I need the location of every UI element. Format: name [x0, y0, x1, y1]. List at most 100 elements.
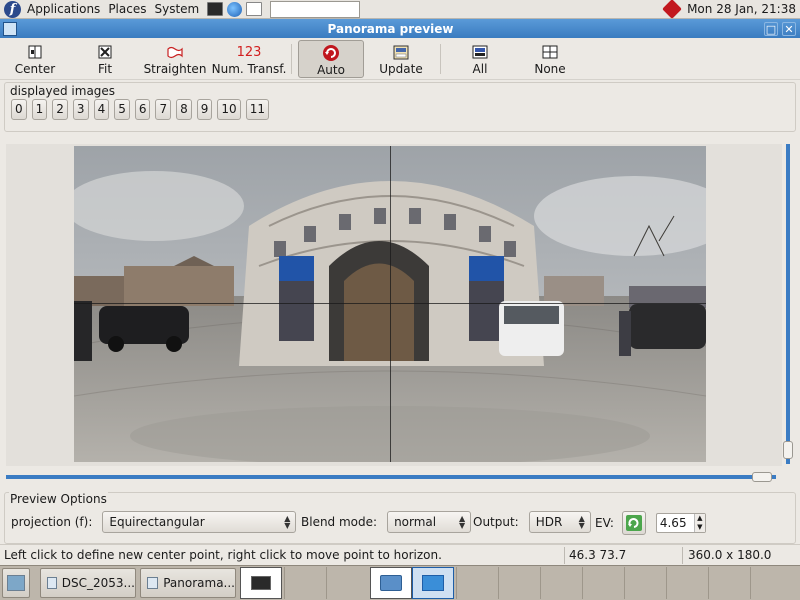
image-toggle-button[interactable]: 6: [134, 99, 151, 120]
refresh-icon: [322, 44, 340, 62]
vertical-scroll-thumb[interactable]: [783, 441, 793, 459]
workspace-8[interactable]: [540, 567, 568, 599]
clock[interactable]: Mon 28 Jan, 21:38: [687, 2, 800, 16]
combo-arrows-icon: ▲ ▼: [458, 514, 466, 530]
image-toggle-button[interactable]: 8: [176, 99, 192, 120]
dictionary-icon[interactable]: [246, 2, 263, 16]
status-divider: [564, 547, 565, 564]
blend-row: Blend mode: normal ▲ ▼: [301, 511, 472, 533]
horizontal-scroll-thumb[interactable]: [752, 472, 772, 482]
status-bar: Left click to define new center point, r…: [0, 544, 800, 565]
workspace-2[interactable]: [284, 567, 312, 599]
projection-row: projection (f): Equirectangular ▲ ▼: [11, 511, 297, 533]
panorama-image[interactable]: [74, 146, 706, 462]
none-button[interactable]: None: [520, 40, 580, 78]
close-icon[interactable]: ✕: [782, 21, 796, 36]
all-button[interactable]: All: [450, 40, 510, 78]
status-coords: 46.3 73.7: [569, 548, 627, 562]
menu-system[interactable]: System: [152, 2, 205, 16]
image-toggle-button[interactable]: 9: [196, 99, 213, 120]
spin-arrows-icon[interactable]: ▲ ▼: [693, 514, 705, 532]
combo-arrows-icon: ▲ ▼: [284, 514, 291, 530]
projection-select[interactable]: Equirectangular ▲ ▼: [102, 511, 297, 533]
straighten-button[interactable]: Straighten: [140, 40, 210, 78]
terminal-icon[interactable]: [207, 2, 224, 16]
displayed-images-group: displayed images 0 1 2 3 4 5 6 7 8 9 10 …: [4, 82, 796, 132]
projection-label: projection (f):: [11, 515, 93, 529]
horizontal-scrollbar[interactable]: [6, 475, 776, 479]
blend-mode-select[interactable]: normal ▲ ▼: [387, 511, 472, 533]
select-all-icon: [472, 43, 488, 61]
fedora-logo-icon[interactable]: f: [4, 0, 21, 18]
workspace-4[interactable]: [370, 567, 412, 599]
image-toggle-button[interactable]: 7: [155, 99, 172, 120]
show-desktop-button[interactable]: [2, 568, 30, 598]
green-refresh-icon: [625, 515, 642, 531]
workspace-6[interactable]: [456, 567, 484, 599]
num-transf-icon: 123: [236, 44, 262, 60]
toolbar-separator: [440, 44, 441, 74]
top-panel: f Applications Places System Mon 28 Jan,…: [0, 0, 800, 19]
workspace-12[interactable]: [708, 567, 736, 599]
maximize-icon[interactable]: □: [764, 21, 778, 36]
ev-row: EV: 4.65 ▲ ▼: [595, 511, 706, 535]
ev-label: EV:: [595, 516, 614, 530]
taskbar-item-panorama[interactable]: Panorama...: [140, 568, 236, 598]
folder-icon: [380, 575, 402, 591]
output-select[interactable]: HDR ▲ ▼: [528, 511, 591, 533]
menu-applications[interactable]: Applications: [25, 2, 106, 16]
taskbar-item-image-viewer[interactable]: DSC_2053...: [40, 568, 136, 598]
displayed-images-label: displayed images: [9, 84, 117, 98]
workspace-11[interactable]: [666, 567, 694, 599]
toolbar: Center Fit Straighten 123 Num. Transf. A…: [0, 38, 800, 80]
workspace-1[interactable]: [240, 567, 282, 599]
image-toggle-button[interactable]: 3: [72, 99, 89, 120]
ev-refresh-button[interactable]: [621, 511, 646, 535]
select-none-icon: [542, 43, 558, 61]
window-titlebar[interactable]: Panorama preview □ ✕: [0, 19, 800, 38]
toolbar-separator: [291, 44, 292, 74]
ev-spin-field[interactable]: 4.65 ▲ ▼: [655, 513, 706, 533]
num-transf-button[interactable]: 123 Num. Transf.: [212, 40, 287, 78]
fit-icon: [98, 43, 112, 61]
bottom-taskbar: DSC_2053... Panorama...: [0, 565, 800, 600]
auto-button[interactable]: Auto: [298, 40, 364, 78]
center-button[interactable]: Center: [10, 40, 60, 78]
panel-search-field[interactable]: [270, 0, 361, 18]
output-label: Output:: [473, 515, 519, 529]
image-toggle-button[interactable]: 4: [93, 99, 110, 120]
image-toggle-button[interactable]: 0: [11, 99, 27, 120]
update-button[interactable]: Update: [368, 40, 434, 78]
panorama-window-icon: [147, 577, 159, 589]
panorama-preview-area[interactable]: [6, 144, 782, 466]
image-toggle-list: 0 1 2 3 4 5 6 7 8 9 10 11: [11, 99, 274, 120]
fit-button[interactable]: Fit: [80, 40, 130, 78]
vertical-scrollbar[interactable]: [786, 144, 790, 464]
workspace-7[interactable]: [498, 567, 526, 599]
blend-mode-label: Blend mode:: [301, 515, 378, 529]
image-toggle-button[interactable]: 5: [114, 99, 130, 120]
workspace-10[interactable]: [624, 567, 652, 599]
window-title: Panorama preview: [327, 21, 454, 36]
workspace-9[interactable]: [582, 567, 610, 599]
workspace-5[interactable]: [412, 567, 454, 599]
status-divider: [682, 547, 683, 564]
image-toggle-button[interactable]: 11: [245, 99, 269, 120]
status-fov: 360.0 x 180.0: [688, 548, 772, 562]
panorama-app-icon: [422, 575, 444, 591]
center-icon: [28, 43, 42, 61]
window-menu-icon[interactable]: [3, 21, 17, 36]
status-message: Left click to define new center point, r…: [4, 548, 442, 562]
update-notifier-icon[interactable]: [662, 0, 682, 19]
web-browser-icon[interactable]: [227, 1, 243, 17]
terminal-icon: [251, 576, 271, 590]
output-row: Output: HDR ▲ ▼: [473, 511, 591, 533]
image-toggle-button[interactable]: 1: [31, 99, 48, 120]
menu-places[interactable]: Places: [106, 2, 152, 16]
center-guide-line: [390, 146, 391, 462]
image-toggle-button[interactable]: 10: [217, 99, 241, 120]
workspace-3[interactable]: [326, 567, 354, 599]
image-toggle-button[interactable]: 2: [52, 99, 68, 120]
workspace-13[interactable]: [750, 567, 778, 599]
show-desktop-icon: [7, 575, 25, 591]
